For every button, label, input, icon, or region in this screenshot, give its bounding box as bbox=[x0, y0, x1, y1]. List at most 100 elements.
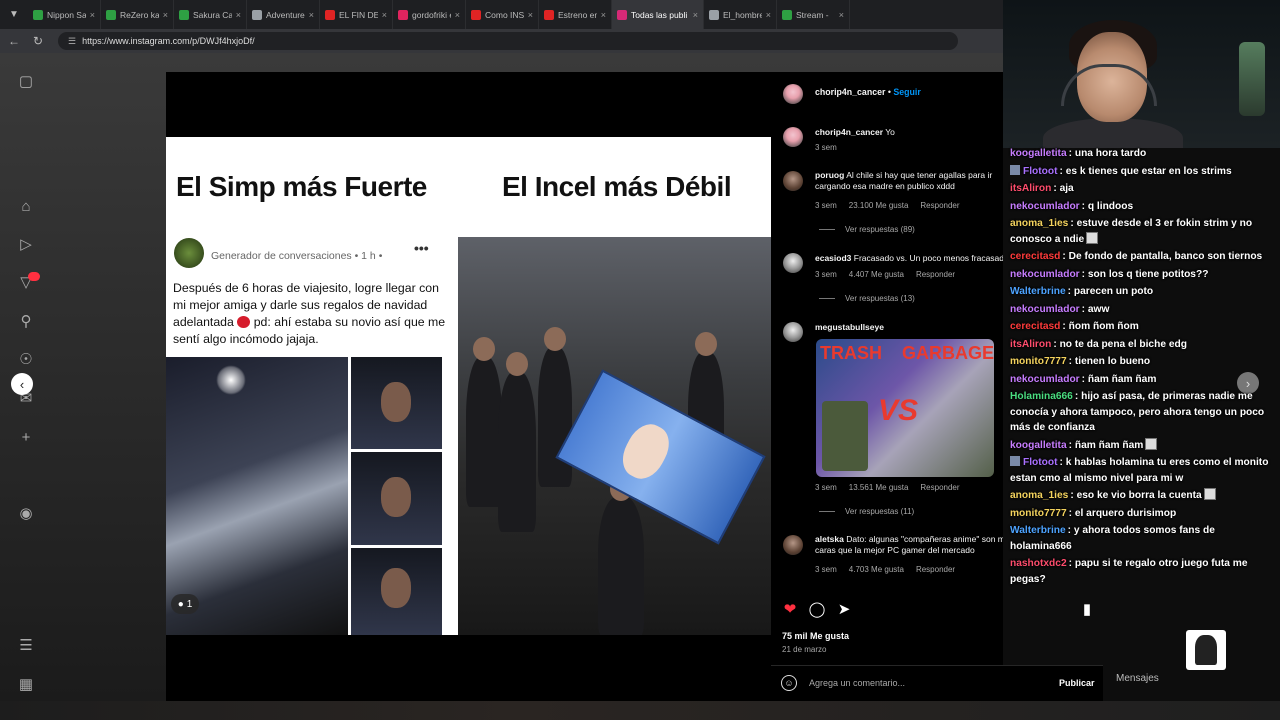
chat-username[interactable]: Walterbrine bbox=[1010, 286, 1066, 297]
comment-avatar[interactable] bbox=[783, 171, 803, 191]
tagged-people-badge[interactable]: ● 1 bbox=[171, 594, 199, 614]
browser-tab[interactable]: Stream - × bbox=[777, 0, 850, 29]
chat-text: son los q tiene potitos?? bbox=[1087, 268, 1209, 280]
header-avatar[interactable] bbox=[783, 84, 803, 104]
save-bookmark-icon[interactable]: ▮ bbox=[1078, 600, 1096, 618]
reply-button[interactable]: Responder bbox=[916, 270, 955, 279]
follow-button[interactable]: Seguir bbox=[893, 87, 920, 97]
chat-text: aww bbox=[1087, 303, 1110, 315]
back-arrow-icon[interactable]: ← bbox=[6, 34, 22, 48]
tab-favicon-icon bbox=[33, 9, 43, 20]
tab-close-icon[interactable]: × bbox=[455, 10, 460, 20]
tab-close-icon[interactable]: × bbox=[601, 10, 606, 20]
chat-username[interactable]: cerecitasd bbox=[1010, 321, 1060, 332]
chat-username[interactable]: Walterbrine bbox=[1010, 525, 1066, 536]
tab-close-icon[interactable]: × bbox=[382, 10, 387, 20]
chat-text: una hora tardo bbox=[1074, 148, 1147, 159]
emoji-icon[interactable]: ☺ bbox=[781, 675, 797, 691]
tab-close-icon[interactable]: × bbox=[528, 10, 533, 20]
publish-button[interactable]: Publicar bbox=[1059, 678, 1095, 688]
likes-count[interactable]: 75 mil Me gusta bbox=[782, 631, 849, 641]
comment-avatar[interactable] bbox=[783, 535, 803, 555]
comment-1: poruog Al chile si hay que tener agallas… bbox=[815, 170, 993, 191]
tab-close-icon[interactable]: × bbox=[163, 10, 168, 20]
webcam-feed bbox=[1003, 0, 1280, 148]
tab-favicon-icon bbox=[544, 9, 554, 20]
browser-tab[interactable]: Como INSTALA × bbox=[466, 0, 539, 29]
explore-icon[interactable]: ☉ bbox=[16, 349, 36, 369]
browser-tab[interactable]: gordofriki ede × bbox=[393, 0, 466, 29]
browser-tab[interactable]: Nippon Sango × bbox=[28, 0, 101, 29]
chat-username[interactable]: itsAliron bbox=[1010, 183, 1051, 194]
chat-username[interactable]: nekocumlador bbox=[1010, 269, 1080, 280]
chat-username[interactable]: koogalletita bbox=[1010, 440, 1067, 451]
browser-tab[interactable]: Sakura Card C × bbox=[174, 0, 247, 29]
home-icon[interactable]: ⌂ bbox=[16, 196, 36, 216]
chat-text: ñom ñom ñom bbox=[1068, 321, 1139, 332]
chat-username[interactable]: monito7777 bbox=[1010, 508, 1067, 519]
apps-grid-icon[interactable]: ▦ bbox=[16, 674, 36, 694]
post-media[interactable]: El Simp más Fuerte El Incel más Débil Ge… bbox=[166, 72, 771, 701]
tab-close-icon[interactable]: × bbox=[236, 10, 241, 20]
tab-label: Sakura Card C bbox=[193, 9, 232, 20]
chat-username[interactable]: Holamina666 bbox=[1010, 391, 1073, 402]
chat-username[interactable]: Flotoot bbox=[1023, 166, 1058, 177]
comment-image[interactable]: TRASH GARBAGE VS bbox=[816, 339, 994, 477]
comment-3: megustabullseye bbox=[815, 322, 884, 332]
comment-avatar[interactable] bbox=[783, 322, 803, 342]
view-replies-button[interactable]: Ver respuestas (89) bbox=[819, 225, 915, 234]
comment-avatar[interactable] bbox=[783, 127, 803, 147]
tab-close-icon[interactable]: × bbox=[766, 10, 771, 20]
chat-username[interactable]: cerecitasd bbox=[1010, 251, 1060, 262]
chat-username[interactable]: monito7777 bbox=[1010, 356, 1067, 367]
tab-close-icon[interactable]: × bbox=[90, 10, 95, 20]
selfie-photo-1 bbox=[351, 357, 442, 449]
view-replies-button[interactable]: Ver respuestas (11) bbox=[819, 507, 914, 516]
chat-username[interactable]: nekocumlador bbox=[1010, 304, 1080, 315]
tab-close-icon[interactable]: × bbox=[309, 10, 314, 20]
profile-icon[interactable]: ◉ bbox=[16, 503, 36, 523]
tab-close-icon[interactable]: × bbox=[839, 10, 844, 20]
like-heart-icon[interactable]: ❤ bbox=[781, 600, 799, 618]
chat-username[interactable]: itsAliron bbox=[1010, 339, 1051, 350]
comment-bubble-icon[interactable]: ◯ bbox=[808, 600, 826, 618]
browser-tab[interactable]: Estreno en Cin × bbox=[539, 0, 612, 29]
create-plus-icon[interactable]: + bbox=[16, 427, 36, 447]
comment-4: aletska Dato: algunas "compañeras anime"… bbox=[815, 534, 1003, 555]
chat-username[interactable]: nekocumlador bbox=[1010, 201, 1080, 212]
site-info-icon[interactable]: ☰ bbox=[68, 36, 76, 47]
previous-post-arrow-icon[interactable]: ‹ bbox=[11, 373, 33, 395]
browser-tab[interactable]: ReZero kara H × bbox=[101, 0, 174, 29]
comment-avatar[interactable] bbox=[783, 253, 803, 273]
search-icon[interactable]: ⚲ bbox=[16, 311, 36, 331]
chat-username[interactable]: Flotoot bbox=[1023, 457, 1058, 468]
meme-left-title: El Simp más Fuerte bbox=[176, 171, 427, 202]
browser-tab[interactable]: El_hombre_pol × bbox=[704, 0, 777, 29]
chat-username[interactable]: nashotxdc2 bbox=[1010, 558, 1067, 569]
browser-tab[interactable]: Todas las publi × bbox=[612, 0, 704, 29]
share-send-icon[interactable]: ➤ bbox=[835, 600, 853, 618]
menu-icon[interactable]: ☰ bbox=[16, 635, 36, 655]
reply-button[interactable]: Responder bbox=[920, 201, 959, 210]
chat-username[interactable]: koogalletita bbox=[1010, 148, 1067, 159]
tab-close-icon[interactable]: × bbox=[693, 10, 698, 20]
reload-icon[interactable]: ↻ bbox=[30, 34, 46, 48]
chat-username[interactable]: anoma_1ies bbox=[1010, 218, 1068, 229]
comment-3-meta: 3 sem 13.561 Me gusta Responder bbox=[815, 483, 960, 492]
comment-input[interactable]: Agrega un comentario... bbox=[809, 678, 905, 688]
chat-message: Walterbrine: y ahora todos somos fans de… bbox=[1010, 525, 1215, 552]
instagram-logo-icon[interactable]: ▢ bbox=[16, 71, 36, 91]
tab-search-chevron-icon[interactable]: ▼ bbox=[0, 0, 28, 29]
view-replies-button[interactable]: Ver respuestas (13) bbox=[819, 294, 915, 303]
browser-tab[interactable]: EL FIN DEL PA × bbox=[320, 0, 393, 29]
reply-button[interactable]: Responder bbox=[920, 483, 959, 492]
chat-username[interactable]: anoma_1ies bbox=[1010, 490, 1068, 501]
header-username[interactable]: chorip4n_cancer bbox=[815, 87, 885, 97]
messages-pill[interactable]: Mensajes bbox=[1104, 665, 1178, 691]
reels-icon[interactable]: ▷ bbox=[16, 234, 36, 254]
reply-button[interactable]: Responder bbox=[916, 565, 955, 574]
browser-tab[interactable]: Adventure Tim × bbox=[247, 0, 320, 29]
chat-username[interactable]: nekocumlador bbox=[1010, 374, 1080, 385]
post-date: 21 de marzo bbox=[782, 645, 827, 654]
url-field[interactable]: ☰ https://www.instagram.com/p/DWJf4hxjoD… bbox=[58, 32, 958, 50]
